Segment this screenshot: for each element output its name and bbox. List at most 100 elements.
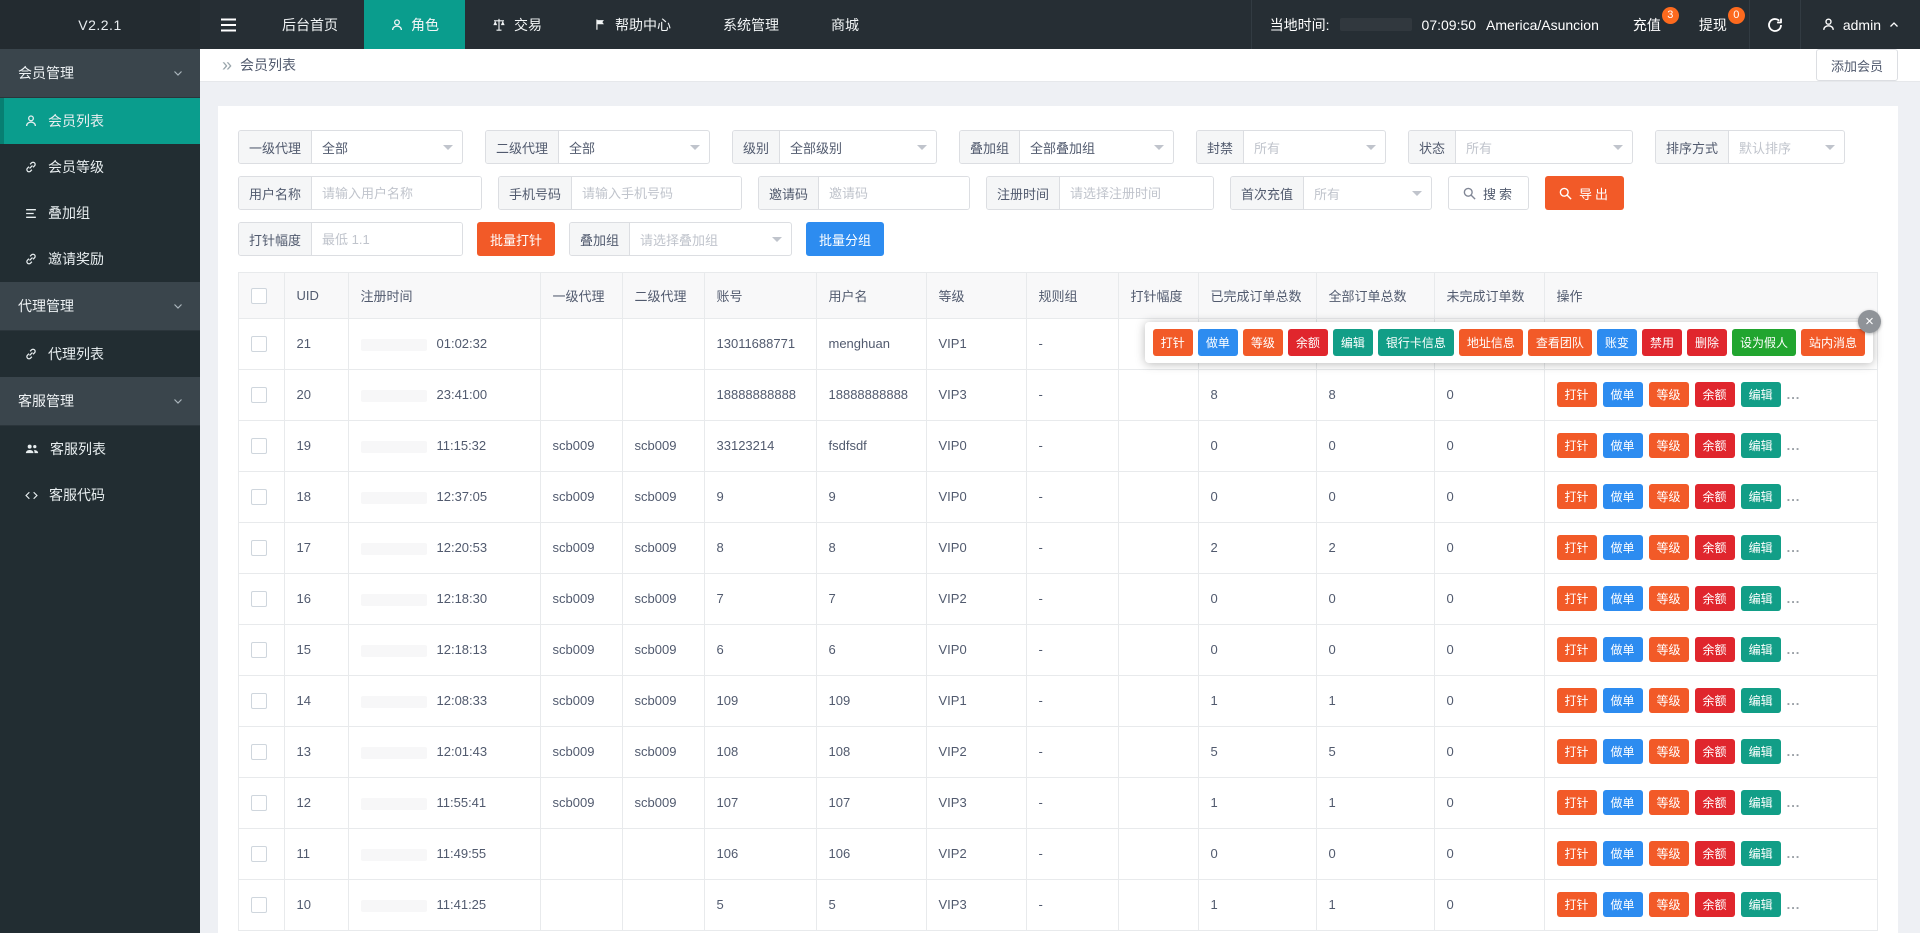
row-action-red-button[interactable]: 余额 xyxy=(1694,688,1735,713)
row-action-orange-button[interactable]: 打针 xyxy=(1556,433,1597,458)
recharge-button[interactable]: 充值 3 xyxy=(1617,0,1683,49)
more-actions-button[interactable]: ... xyxy=(1787,642,1801,657)
row-action-orange-button[interactable]: 打针 xyxy=(1556,688,1597,713)
popup-action-button[interactable]: 禁用 xyxy=(1641,329,1682,356)
sidebar-item-member-list[interactable]: 会员列表 xyxy=(0,98,200,144)
sidebar-item-invite-reward[interactable]: 邀请奖励 xyxy=(0,236,200,282)
row-action-orange-button[interactable]: 打针 xyxy=(1556,637,1597,662)
batch-inject-button[interactable]: 批量打针 xyxy=(477,222,556,256)
row-action-blue-button[interactable]: 做单 xyxy=(1602,637,1643,662)
filter-select-stack-group[interactable]: 叠加组 全部叠加组 xyxy=(959,130,1174,164)
filter-input-phone[interactable] xyxy=(572,177,741,209)
row-action-red-button[interactable]: 余额 xyxy=(1694,841,1735,866)
row-action-blue-button[interactable]: 做单 xyxy=(1602,688,1643,713)
sidebar-item-member-level[interactable]: 会员等级 xyxy=(0,144,200,190)
row-checkbox[interactable] xyxy=(251,590,267,607)
row-action-teal-button[interactable]: 编辑 xyxy=(1740,790,1781,815)
popup-action-button[interactable]: 打针 xyxy=(1152,329,1193,356)
filter-input-reg-time[interactable] xyxy=(1060,177,1213,209)
hamburger-icon[interactable] xyxy=(200,0,256,49)
row-action-blue-button[interactable]: 做单 xyxy=(1602,382,1643,407)
row-action-blue-button[interactable]: 做单 xyxy=(1602,535,1643,560)
filter-input-username[interactable] xyxy=(312,177,481,209)
popup-action-button[interactable]: 账变 xyxy=(1596,329,1637,356)
row-action-orange-button[interactable]: 等级 xyxy=(1648,739,1689,764)
row-checkbox[interactable] xyxy=(251,845,267,862)
row-action-red-button[interactable]: 余额 xyxy=(1694,739,1735,764)
withdraw-button[interactable]: 提现 0 xyxy=(1683,0,1749,49)
row-action-teal-button[interactable]: 编辑 xyxy=(1740,382,1781,407)
filter-select-agent1[interactable]: 一级代理 全部 xyxy=(238,130,463,164)
export-button[interactable]: 导出 xyxy=(1545,176,1625,210)
more-actions-button[interactable]: ... xyxy=(1787,897,1801,912)
sidebar-group-agent-management[interactable]: 代理管理 xyxy=(0,282,200,331)
row-action-teal-button[interactable]: 编辑 xyxy=(1740,841,1781,866)
row-checkbox[interactable] xyxy=(251,692,267,709)
nav-item-home[interactable]: 后台首页 xyxy=(256,0,364,49)
row-action-orange-button[interactable]: 打针 xyxy=(1556,892,1597,917)
row-action-orange-button[interactable]: 等级 xyxy=(1648,382,1689,407)
row-action-blue-button[interactable]: 做单 xyxy=(1602,790,1643,815)
row-action-blue-button[interactable]: 做单 xyxy=(1602,841,1643,866)
filter-select-first-recharge[interactable]: 首次充值 所有 xyxy=(1230,176,1432,210)
row-action-red-button[interactable]: 余额 xyxy=(1694,586,1735,611)
refresh-button[interactable] xyxy=(1748,0,1800,49)
row-action-orange-button[interactable]: 打针 xyxy=(1556,484,1597,509)
row-checkbox[interactable] xyxy=(251,641,267,658)
more-actions-button[interactable]: ... xyxy=(1787,693,1801,708)
row-action-teal-button[interactable]: 编辑 xyxy=(1740,637,1781,662)
filter-select-sort[interactable]: 排序方式 默认排序 xyxy=(1655,130,1845,164)
row-action-orange-button[interactable]: 等级 xyxy=(1648,586,1689,611)
more-actions-button[interactable]: ... xyxy=(1787,846,1801,861)
more-actions-button[interactable]: ... xyxy=(1787,438,1801,453)
row-action-orange-button[interactable]: 打针 xyxy=(1556,586,1597,611)
row-action-red-button[interactable]: 余额 xyxy=(1694,637,1735,662)
row-action-orange-button[interactable]: 打针 xyxy=(1556,382,1597,407)
row-checkbox[interactable] xyxy=(251,386,267,403)
batch-group-button[interactable]: 批量分组 xyxy=(806,222,885,256)
more-actions-button[interactable]: ... xyxy=(1787,540,1801,555)
popup-action-button[interactable]: 地址信息 xyxy=(1458,329,1523,356)
row-action-blue-button[interactable]: 做单 xyxy=(1602,433,1643,458)
sidebar-item-service-code[interactable]: 客服代码 xyxy=(0,472,200,518)
row-action-orange-button[interactable]: 等级 xyxy=(1648,790,1689,815)
row-action-red-button[interactable]: 余额 xyxy=(1694,382,1735,407)
row-action-teal-button[interactable]: 编辑 xyxy=(1740,433,1781,458)
row-action-teal-button[interactable]: 编辑 xyxy=(1740,892,1781,917)
row-checkbox[interactable] xyxy=(251,743,267,760)
row-action-teal-button[interactable]: 编辑 xyxy=(1740,586,1781,611)
sidebar-item-stack-group[interactable]: 叠加组 xyxy=(0,190,200,236)
row-action-orange-button[interactable]: 等级 xyxy=(1648,841,1689,866)
filter-select-agent2[interactable]: 二级代理 全部 xyxy=(485,130,710,164)
popup-action-button[interactable]: 等级 xyxy=(1242,329,1283,356)
popup-action-button[interactable]: 做单 xyxy=(1197,329,1238,356)
filter-select-level[interactable]: 级别 全部级别 xyxy=(732,130,937,164)
row-action-red-button[interactable]: 余额 xyxy=(1694,790,1735,815)
row-action-orange-button[interactable]: 等级 xyxy=(1648,535,1689,560)
row-action-red-button[interactable]: 余额 xyxy=(1694,535,1735,560)
more-actions-button[interactable]: ... xyxy=(1787,744,1801,759)
popup-action-button[interactable]: 银行卡信息 xyxy=(1377,329,1454,356)
popup-action-button[interactable]: 余额 xyxy=(1287,329,1328,356)
filter-input-inject-range[interactable] xyxy=(312,223,462,255)
row-action-orange-button[interactable]: 等级 xyxy=(1648,892,1689,917)
more-actions-button[interactable]: ... xyxy=(1787,387,1801,402)
search-button[interactable]: 搜索 xyxy=(1448,176,1530,210)
row-action-red-button[interactable]: 余额 xyxy=(1694,433,1735,458)
row-action-red-button[interactable]: 余额 xyxy=(1694,484,1735,509)
row-checkbox[interactable] xyxy=(251,437,267,454)
filter-input-invite-code[interactable] xyxy=(819,177,969,209)
row-action-teal-button[interactable]: 编辑 xyxy=(1740,688,1781,713)
row-checkbox[interactable] xyxy=(251,539,267,556)
filter-select-stack-select[interactable]: 叠加组 请选择叠加组 xyxy=(569,222,793,256)
nav-item-mall[interactable]: 商城 xyxy=(805,0,885,49)
sidebar-item-service-list[interactable]: 客服列表 xyxy=(0,426,200,472)
row-action-blue-button[interactable]: 做单 xyxy=(1602,586,1643,611)
row-action-blue-button[interactable]: 做单 xyxy=(1602,484,1643,509)
row-action-teal-button[interactable]: 编辑 xyxy=(1740,484,1781,509)
nav-item-system[interactable]: 系统管理 xyxy=(697,0,805,49)
add-member-button[interactable]: 添加会员 xyxy=(1815,49,1898,81)
row-checkbox[interactable] xyxy=(251,896,267,913)
row-action-orange-button[interactable]: 打针 xyxy=(1556,739,1597,764)
close-popup-button[interactable]: × xyxy=(1858,310,1881,333)
